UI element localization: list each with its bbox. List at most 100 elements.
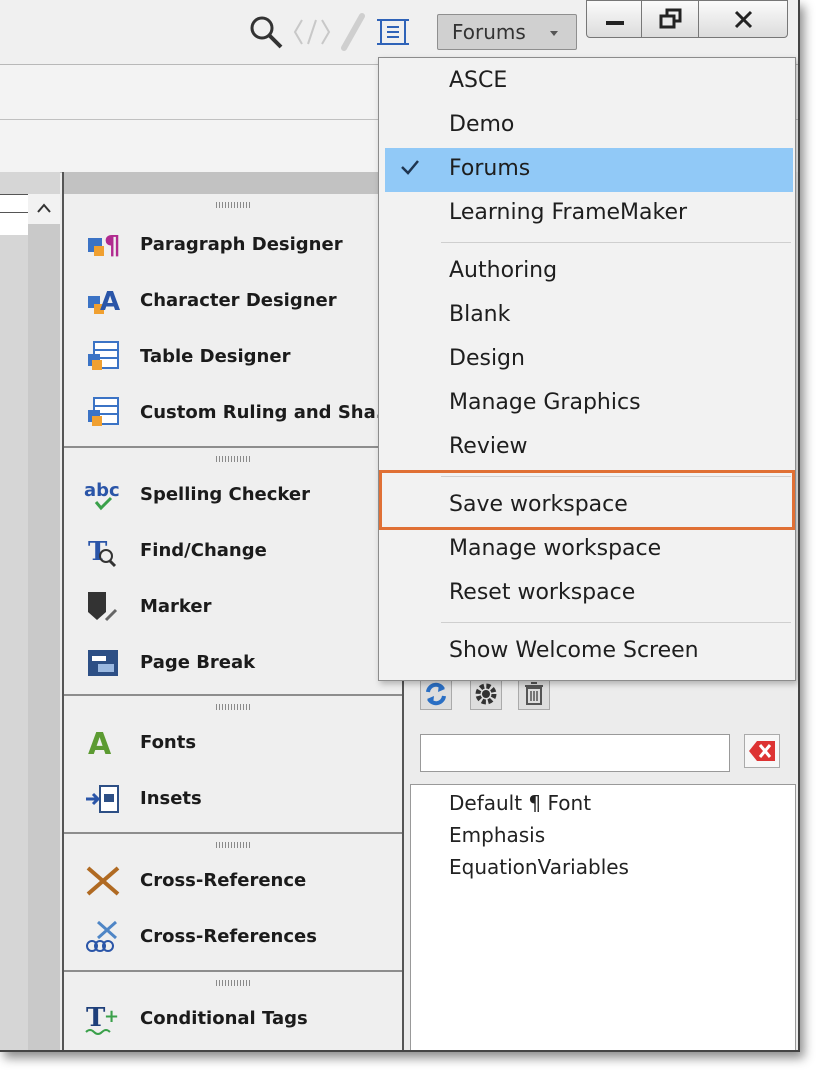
close-button[interactable] — [698, 0, 788, 38]
menu-item-label: ASCE — [449, 68, 508, 93]
svg-text:abc: abc — [84, 480, 120, 501]
item-label: Spelling Checker — [140, 484, 311, 505]
marker-button[interactable]: Marker — [84, 586, 394, 626]
list-item[interactable]: EquationVariables — [449, 855, 629, 879]
workspace-menu: ASCE Demo Forums Learning FrameMaker Aut… — [378, 57, 796, 681]
menu-item-label: Review — [449, 434, 528, 459]
menu-item-label: Demo — [449, 112, 515, 137]
insets-button[interactable]: Insets — [84, 778, 394, 818]
menu-item-label: Show Welcome Screen — [449, 638, 699, 663]
table-designer-button[interactable]: Table Designer — [84, 336, 394, 376]
minimize-button[interactable] — [586, 0, 642, 38]
menu-item-forums[interactable]: Forums — [385, 148, 793, 192]
menu-item-label: Reset workspace — [449, 580, 636, 605]
item-label: Find/Change — [140, 540, 267, 561]
item-label: Cross-Reference — [140, 870, 307, 891]
menu-separator — [441, 242, 791, 243]
close-icon — [734, 10, 753, 29]
clear-icon — [749, 741, 775, 761]
item-label: Paragraph Designer — [140, 234, 343, 255]
menu-item-label: Manage workspace — [449, 536, 662, 561]
svg-text:T: T — [86, 1003, 106, 1033]
document-ruler — [0, 194, 28, 235]
page-break-button[interactable]: Page Break — [84, 642, 394, 682]
menu-item-manage-workspace[interactable]: Manage workspace — [385, 528, 793, 572]
catalog-search-input[interactable] — [420, 734, 730, 772]
paragraph-designer-button[interactable]: ¶ Paragraph Designer — [84, 224, 394, 264]
workspace-dropdown[interactable]: Forums — [437, 14, 577, 50]
settings-button[interactable] — [470, 678, 502, 710]
cross-reference-button[interactable]: Cross-Reference — [84, 860, 394, 900]
group-grip[interactable] — [216, 202, 252, 208]
custom-ruling-icon — [84, 396, 124, 430]
panel-group-designers: ¶ Paragraph Designer A Character Designe… — [64, 194, 402, 448]
custom-ruling-button[interactable]: Custom Ruling and Sha... — [84, 392, 397, 432]
search-icon[interactable] — [248, 14, 284, 50]
item-label: Conditional Tags — [140, 1008, 308, 1029]
character-designer-button[interactable]: A Character Designer — [84, 280, 394, 320]
insets-icon — [84, 782, 124, 816]
scroll-up-button[interactable] — [28, 194, 60, 224]
vertical-scrollbar[interactable] — [28, 194, 60, 1050]
list-item[interactable]: Emphasis — [449, 823, 545, 847]
code-view-icon[interactable] — [292, 14, 332, 50]
item-label: Character Designer — [140, 290, 337, 311]
paragraph-designer-icon: ¶ — [84, 228, 124, 262]
menu-item-label: Authoring — [449, 258, 558, 283]
group-grip[interactable] — [216, 842, 252, 848]
menu-item-demo[interactable]: Demo — [385, 104, 793, 148]
group-grip[interactable] — [216, 704, 252, 710]
refresh-button[interactable] — [420, 678, 452, 710]
delete-button[interactable] — [518, 678, 550, 710]
menu-item-review[interactable]: Review — [385, 426, 793, 470]
menu-separator — [441, 622, 791, 623]
list-item[interactable]: Default ¶ Font — [449, 791, 591, 815]
item-label: Table Designer — [140, 346, 291, 367]
clear-search-button[interactable] — [744, 734, 780, 768]
pen-icon[interactable] — [338, 12, 368, 52]
page-break-icon — [84, 646, 124, 680]
restore-button[interactable] — [641, 0, 699, 38]
character-format-list[interactable]: Default ¶ Font Emphasis EquationVariable… — [410, 784, 796, 1050]
menu-item-learning-framemaker[interactable]: Learning FrameMaker — [385, 192, 793, 236]
frame-icon[interactable] — [376, 14, 410, 50]
spelling-checker-button[interactable]: abc Spelling Checker — [84, 474, 394, 514]
application-window: Forums ¶ Paragraph Designer A Character … — [0, 0, 800, 1052]
item-label: Insets — [140, 788, 202, 809]
fonts-button[interactable]: A Fonts — [84, 722, 394, 762]
refresh-icon — [426, 682, 446, 706]
conditional-tags-button[interactable]: T + Conditional Tags — [84, 998, 394, 1038]
item-label: Page Break — [140, 652, 256, 673]
cross-reference-icon — [84, 864, 124, 898]
menu-item-asce[interactable]: ASCE — [385, 60, 793, 104]
cross-references-icon — [84, 920, 124, 954]
menu-item-label: Manage Graphics — [449, 390, 641, 415]
marker-icon — [84, 590, 124, 624]
svg-text:A: A — [88, 727, 112, 760]
menu-item-label: Forums — [449, 156, 531, 181]
group-grip[interactable] — [216, 980, 252, 986]
cross-references-button[interactable]: Cross-References — [84, 916, 394, 956]
menu-item-label: Learning FrameMaker — [449, 200, 688, 225]
top-toolbar: Forums — [0, 0, 798, 65]
group-grip[interactable] — [216, 456, 252, 462]
minimize-icon — [606, 21, 624, 25]
menu-item-show-welcome-screen[interactable]: Show Welcome Screen — [385, 630, 793, 674]
gear-icon — [475, 683, 497, 705]
menu-item-design[interactable]: Design — [385, 338, 793, 382]
workspace-dropdown-label: Forums — [452, 20, 526, 44]
document-area — [0, 172, 60, 1050]
checkmark-icon — [399, 156, 421, 184]
menu-item-label: Design — [449, 346, 525, 371]
item-label: Custom Ruling and Sha... — [140, 402, 397, 423]
menu-item-manage-graphics[interactable]: Manage Graphics — [385, 382, 793, 426]
conditional-tags-icon: T + — [84, 1002, 124, 1036]
svg-text:¶: ¶ — [104, 231, 121, 261]
fonts-icon: A — [84, 726, 124, 762]
menu-item-authoring[interactable]: Authoring — [385, 250, 793, 294]
menu-item-blank[interactable]: Blank — [385, 294, 793, 338]
find-change-button[interactable]: T Find/Change — [84, 530, 394, 570]
menu-item-reset-workspace[interactable]: Reset workspace — [385, 572, 793, 616]
item-label: Fonts — [140, 732, 197, 753]
panel-group-conditional: T + Conditional Tags — [64, 972, 402, 1050]
